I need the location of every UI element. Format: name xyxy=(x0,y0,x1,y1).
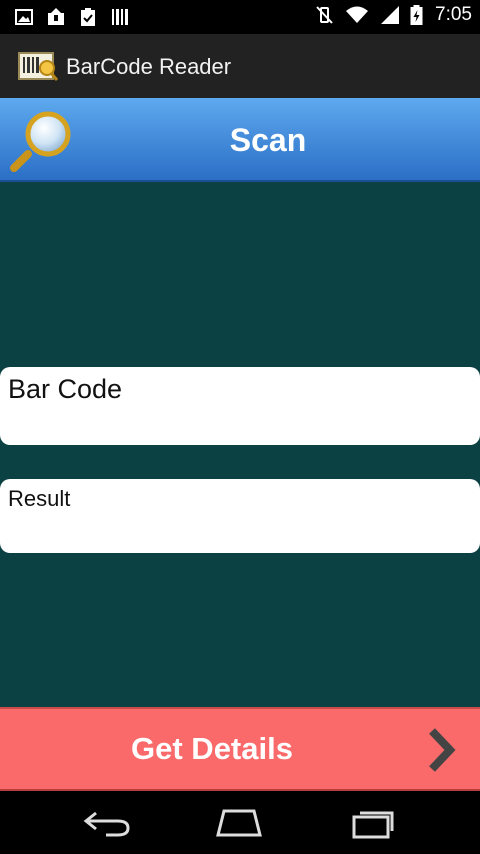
chevron-right-icon xyxy=(429,728,456,772)
barcode-label: Bar Code xyxy=(8,374,123,404)
result-field[interactable]: Result xyxy=(0,479,480,553)
barcode-status-icon xyxy=(112,9,128,25)
status-bar: 7:05 xyxy=(0,0,480,34)
get-details-button[interactable]: Get Details xyxy=(0,707,480,791)
app-title: BarCode Reader xyxy=(66,54,232,79)
home-icon[interactable] xyxy=(214,807,264,839)
recents-icon[interactable] xyxy=(348,807,398,839)
image-icon xyxy=(15,9,33,25)
back-icon[interactable] xyxy=(82,807,132,839)
signal-icon xyxy=(381,6,400,24)
wifi-icon xyxy=(346,6,369,23)
vibrate-off-icon xyxy=(316,6,333,24)
status-clock: 7:05 xyxy=(435,4,472,25)
scan-label: Scan xyxy=(229,122,307,158)
action-bar: BarCode Reader xyxy=(0,34,480,98)
notification-icons xyxy=(14,7,130,27)
scan-button[interactable]: Scan xyxy=(0,98,480,182)
get-details-label: Get Details xyxy=(131,731,293,766)
clipboard-check-icon xyxy=(81,8,95,26)
result-label: Result xyxy=(8,486,71,511)
navigation-bar xyxy=(0,791,480,854)
barcode-app-icon xyxy=(18,52,58,81)
upload-icon xyxy=(48,8,64,25)
barcode-field[interactable]: Bar Code xyxy=(0,367,480,445)
battery-icon xyxy=(410,5,423,25)
system-status-icons: 7:05 xyxy=(314,4,472,26)
